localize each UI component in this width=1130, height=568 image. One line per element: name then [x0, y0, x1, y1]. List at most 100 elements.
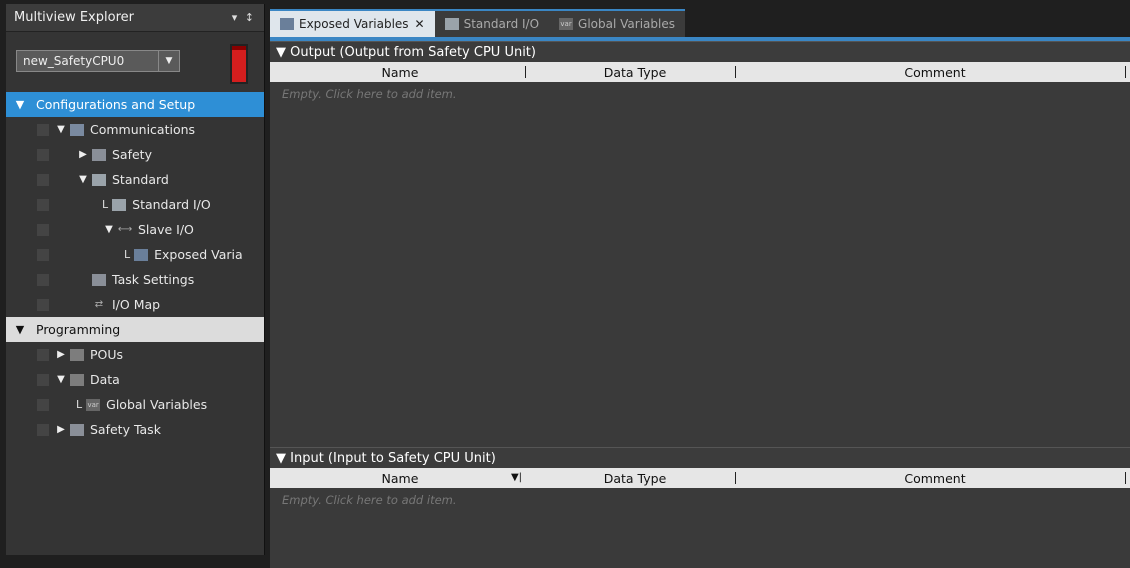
data-icon	[70, 373, 84, 386]
input-section-header[interactable]: ▼ Input (Input to Safety CPU Unit)	[270, 447, 1130, 468]
task-icon	[70, 423, 84, 436]
tree-item-task-settings[interactable]: Task Settings	[6, 267, 264, 292]
checkbox[interactable]	[37, 348, 49, 361]
device-selector-row: new_SafetyCPU0 ▼	[6, 32, 264, 92]
tree-item-label: Data	[90, 372, 120, 387]
task-icon	[92, 273, 106, 286]
tree-item-label: Safety Task	[90, 422, 161, 437]
explorer-tree: ▼ Configurations and Setup ▼ Communications…	[6, 92, 264, 442]
input-section: ▼ Input (Input to Safety CPU Unit) Name ▼…	[270, 447, 1130, 568]
output-empty-placeholder[interactable]: Empty. Click here to add item.	[270, 82, 1130, 106]
tree-item-safety-task[interactable]: ▶ Safety Task	[6, 417, 264, 442]
expose-icon	[134, 248, 149, 261]
tab-bar: Exposed Variables ✕ Standard I/O var Glo…	[270, 9, 1130, 41]
tab-label: Exposed Variables	[299, 17, 409, 31]
output-section-header[interactable]: ▼ Output (Output from Safety CPU Unit)	[270, 41, 1130, 62]
tree-item-programming[interactable]: ▼ Programming	[6, 317, 264, 342]
tree-item-configurations-and-setup[interactable]: ▼ Configurations and Setup	[6, 92, 264, 117]
column-label: Name	[381, 470, 419, 486]
sort-arrow-icon: ▼|	[510, 472, 522, 483]
expand-arrow-icon[interactable]: ▼	[12, 98, 28, 111]
input-grid-body[interactable]: Empty. Click here to add item.	[270, 488, 1130, 568]
pou-icon	[70, 348, 84, 361]
tab-standard-io[interactable]: Standard I/O	[434, 9, 550, 37]
tree-item-communications[interactable]: ▼ Communications	[6, 117, 264, 142]
explorer-title-bar: Multiview Explorer ▾ ↕	[6, 4, 264, 32]
std-icon	[92, 173, 106, 186]
column-label: Comment	[904, 470, 966, 486]
expand-arrow-icon[interactable]: ▶	[54, 349, 68, 360]
output-section: ▼ Output (Output from Safety CPU Unit) N…	[270, 41, 1130, 447]
tree-item-label: Exposed Varia	[154, 247, 243, 262]
tree-item-i-o-map[interactable]: ⇄ I/O Map	[6, 292, 264, 317]
tree-connector-icon: L	[76, 398, 83, 411]
device-dropdown[interactable]: new_SafetyCPU0 ▼	[16, 50, 180, 72]
tab-global-variables[interactable]: var Global Variables	[549, 9, 685, 37]
checkbox[interactable]	[37, 123, 49, 136]
tree-item-data[interactable]: ▼ Data	[6, 367, 264, 392]
column-header-name[interactable]: Name	[270, 62, 530, 82]
checkbox[interactable]	[37, 273, 49, 286]
output-grid-body[interactable]: Empty. Click here to add item.	[270, 82, 1130, 447]
column-header-comment[interactable]: Comment	[740, 62, 1130, 82]
tree-item-label: POUs	[90, 347, 124, 362]
tab-exposed-variables[interactable]: Exposed Variables ✕	[270, 9, 435, 37]
tree-connector-icon: L	[124, 248, 131, 261]
iomap-icon: ⇄	[94, 299, 104, 310]
tree-item-label: I/O Map	[112, 297, 161, 312]
tree-item-label: Programming	[36, 322, 121, 337]
tree-item-label: Standard	[112, 172, 169, 187]
expand-arrow-icon[interactable]: ▼	[76, 174, 90, 185]
tab-label: Global Variables	[578, 17, 675, 31]
input-grid-header: Name ▼| Data Type Comment	[270, 468, 1130, 488]
expand-arrow-icon[interactable]: ▼	[54, 374, 68, 385]
tree-item-label: Configurations and Setup	[36, 97, 196, 112]
tree-item-label: Safety	[112, 147, 152, 162]
var-icon: var	[86, 398, 101, 411]
input-empty-placeholder[interactable]: Empty. Click here to add item.	[270, 488, 1130, 512]
safety-icon	[92, 148, 106, 161]
explorer-title: Multiview Explorer	[14, 10, 134, 25]
tree-item-pous[interactable]: ▶ POUs	[6, 342, 264, 367]
tree-item-label: Slave I/O	[138, 222, 194, 237]
expand-arrow-icon[interactable]: ▶	[76, 149, 90, 160]
tree-item-safety[interactable]: ▶ Safety	[6, 142, 264, 167]
checkbox[interactable]	[37, 148, 49, 161]
tree-item-global-variables[interactable]: Lvar Global Variables	[6, 392, 264, 417]
column-label: Name	[381, 64, 419, 80]
expand-arrow-icon[interactable]: ▼	[102, 224, 116, 235]
column-header-data-type[interactable]: Data Type	[530, 468, 740, 488]
slave-icon: ⟷	[117, 224, 133, 235]
checkbox[interactable]	[37, 373, 49, 386]
editor-area: Exposed Variables ✕ Standard I/O var Glo…	[270, 9, 1130, 568]
var-icon: var	[559, 18, 574, 30]
tree-item-exposed-varia[interactable]: L Exposed Varia	[6, 242, 264, 267]
column-header-name[interactable]: Name ▼|	[270, 468, 530, 488]
pin-icon[interactable]: ▾ ↕	[232, 11, 256, 24]
expand-arrow-icon[interactable]: ▶	[54, 424, 68, 435]
column-header-comment[interactable]: Comment	[740, 468, 1130, 488]
checkbox[interactable]	[37, 398, 49, 411]
standard-io-icon	[444, 18, 459, 30]
device-status-icon	[230, 44, 248, 84]
tree-item-slave-i-o[interactable]: ▼ ⟷ Slave I/O	[6, 217, 264, 242]
column-label: Data Type	[603, 470, 667, 486]
tree-item-label: Global Variables	[106, 397, 208, 412]
tree-item-label: Communications	[90, 122, 196, 137]
chevron-down-icon[interactable]: ▼	[158, 51, 179, 71]
tree-item-standard-i-o[interactable]: L Standard I/O	[6, 192, 264, 217]
close-icon[interactable]: ✕	[415, 17, 425, 31]
comm-icon	[70, 123, 84, 136]
checkbox[interactable]	[37, 173, 49, 186]
checkbox[interactable]	[37, 223, 49, 236]
expand-arrow-icon[interactable]: ▼	[12, 323, 28, 336]
column-label: Comment	[904, 64, 966, 80]
checkbox[interactable]	[37, 423, 49, 436]
checkbox[interactable]	[37, 198, 49, 211]
checkbox[interactable]	[37, 298, 49, 311]
checkbox[interactable]	[37, 248, 49, 261]
tree-connector-icon: L	[102, 198, 109, 211]
expand-arrow-icon[interactable]: ▼	[54, 124, 68, 135]
column-header-data-type[interactable]: Data Type	[530, 62, 740, 82]
tree-item-standard[interactable]: ▼ Standard	[6, 167, 264, 192]
